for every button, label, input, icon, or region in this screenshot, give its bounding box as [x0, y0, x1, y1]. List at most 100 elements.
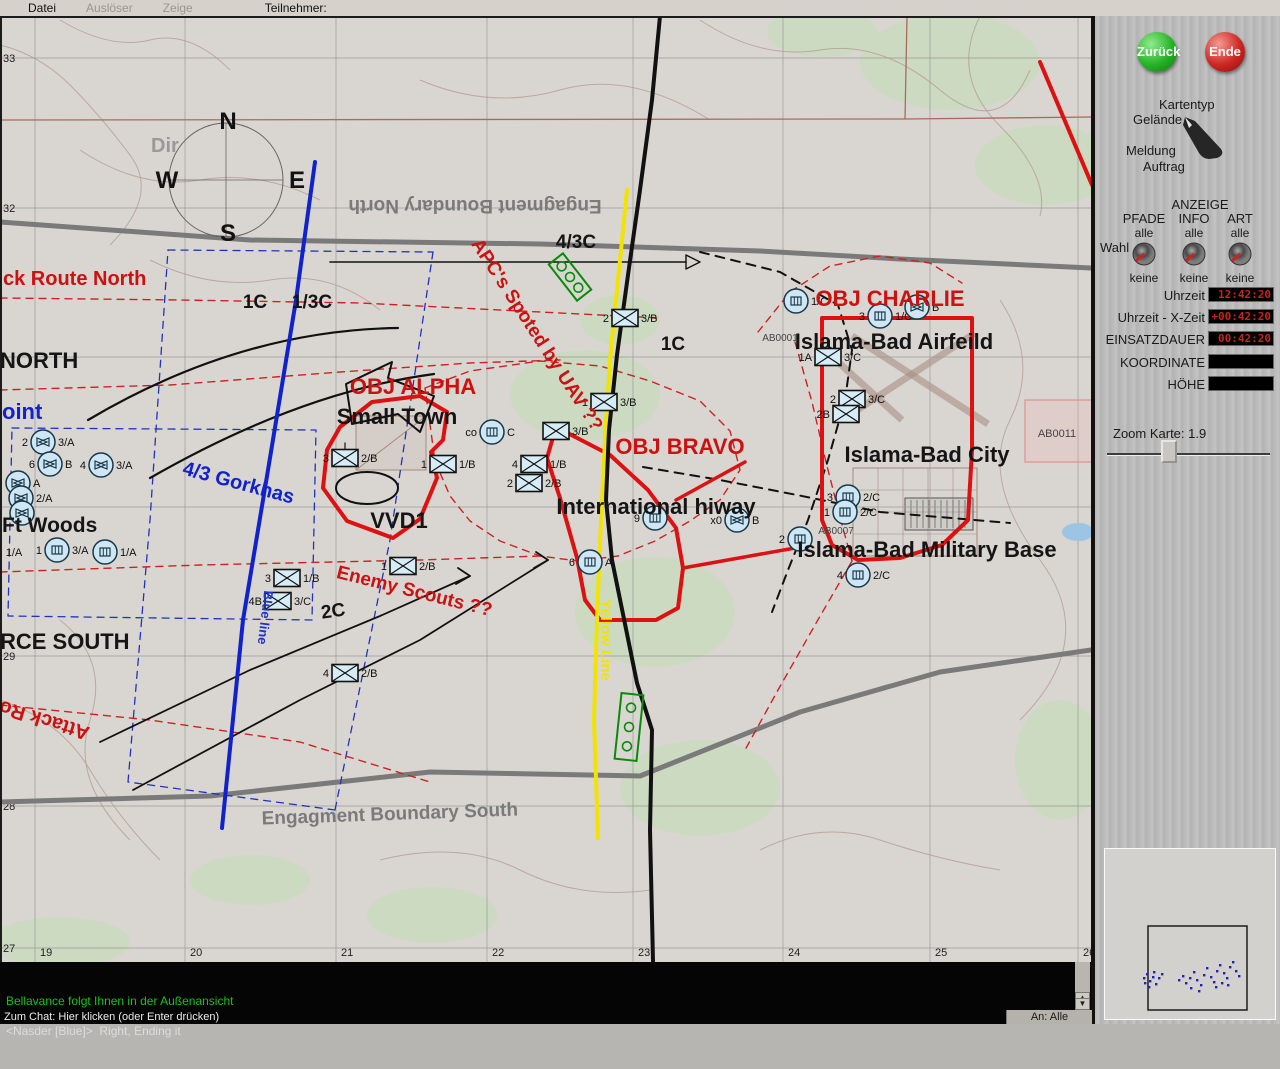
menu-item-zeige: Zeige: [163, 1, 193, 15]
art-knob-label: ART: [1217, 211, 1263, 226]
svg-text:4: 4: [323, 668, 329, 680]
svg-text:32: 32: [3, 203, 15, 215]
svg-text:1C: 1C: [243, 292, 268, 313]
svg-text:3/C: 3/C: [868, 394, 885, 406]
map-border-top: [0, 16, 1091, 18]
svg-text:co: co: [465, 427, 477, 439]
chat-target-select[interactable]: An: Alle: [1006, 1010, 1092, 1024]
svg-text:OBJ ALPHA: OBJ ALPHA: [350, 374, 476, 399]
svg-text:AB0011: AB0011: [1038, 428, 1076, 440]
svg-text:VVD1: VVD1: [370, 508, 427, 533]
svg-text:NORTH: NORTH: [0, 348, 78, 373]
svg-text:B: B: [65, 459, 72, 471]
map-type-label: Kartentyp: [1159, 97, 1215, 112]
svg-text:E: E: [289, 167, 305, 194]
svg-text:6: 6: [569, 557, 575, 569]
svg-text:OBJ BRAVO: OBJ BRAVO: [615, 434, 744, 459]
svg-text:2/B: 2/B: [419, 561, 436, 573]
unit-rect: 3/B: [543, 423, 589, 440]
art-knob-group: ART alle keine: [1217, 211, 1263, 285]
tactical-map-canvas[interactable]: 1920212223242526333229282723/B13/B3/B41/…: [0, 16, 1091, 962]
info-knob-none: keine: [1171, 271, 1217, 285]
svg-text:19: 19: [40, 947, 52, 959]
svg-text:3: 3: [323, 453, 329, 465]
svg-text:Islama-Bad Military Base: Islama-Bad Military Base: [797, 537, 1056, 562]
svg-text:2/C: 2/C: [860, 507, 877, 519]
svg-text:23: 23: [638, 947, 650, 959]
height-readout: [1208, 376, 1274, 391]
svg-text:2: 2: [779, 534, 785, 546]
svg-text:1/A: 1/A: [120, 547, 137, 559]
unit-rect: 4B3/C: [249, 593, 312, 610]
message-button[interactable]: Meldung: [1126, 143, 1176, 158]
menu-item-datei[interactable]: Datei: [28, 1, 56, 15]
participants-label: Teilnehmer:: [265, 1, 327, 15]
svg-text:N: N: [219, 108, 236, 135]
paths-knob[interactable]: [1130, 240, 1158, 268]
svg-text:RCE SOUTH: RCE SOUTH: [0, 629, 130, 654]
chat-scroll-down-icon[interactable]: ▼: [1075, 998, 1090, 1010]
svg-text:4: 4: [80, 460, 86, 472]
info-knob[interactable]: [1180, 240, 1208, 268]
svg-text:1: 1: [824, 507, 830, 519]
control-sidebar: Zurück Ende Kartentyp Gelände Meldung Au…: [1095, 16, 1280, 1024]
overview-minimap[interactable]: [1104, 848, 1276, 1020]
svg-text:3: 3: [827, 492, 833, 504]
svg-text:S: S: [220, 220, 236, 247]
svg-text:1C: 1C: [661, 334, 686, 355]
map-zoom-label: Zoom Karte: 1.9: [1113, 426, 1206, 441]
mission-button[interactable]: Auftrag: [1143, 159, 1185, 174]
svg-text:1/B: 1/B: [459, 459, 476, 471]
svg-text:1/A: 1/A: [6, 547, 23, 559]
chat-log: Bellavance folgt Ihnen in der Außenansic…: [0, 962, 1091, 1010]
svg-text:2/B: 2/B: [361, 668, 378, 680]
svg-text:3/A: 3/A: [58, 437, 75, 449]
coordinate-readout: [1208, 354, 1274, 369]
svg-text:ck Route North: ck Route North: [3, 268, 146, 290]
paths-knob-label: PFADE: [1121, 211, 1167, 226]
svg-text:20: 20: [190, 947, 202, 959]
back-button[interactable]: Zurück: [1137, 32, 1177, 72]
svg-text:Islama-Bad Airfeild: Islama-Bad Airfeild: [795, 329, 993, 354]
svg-text:3/B: 3/B: [641, 313, 658, 325]
map-zoom-slider-track[interactable]: [1107, 453, 1270, 456]
svg-text:4: 4: [837, 570, 843, 582]
tactical-map[interactable]: 1920212223242526333229282723/B13/B3/B41/…: [0, 16, 1091, 962]
svg-text:3: 3: [859, 311, 865, 323]
display-section-title: ANZEIGE: [1155, 197, 1245, 212]
chat-scrollbar[interactable]: ▲ ▼: [1075, 962, 1090, 1010]
svg-text:Islama-Bad City: Islama-Bad City: [844, 442, 1010, 467]
paths-knob-group: PFADE alle keine: [1121, 211, 1167, 285]
art-knob[interactable]: [1226, 240, 1254, 268]
coordinate-label: KOORDINATE: [1095, 355, 1205, 370]
svg-text:3/B: 3/B: [620, 397, 637, 409]
minimap-viewport[interactable]: [1148, 926, 1247, 1010]
svg-text:3: 3: [265, 573, 271, 585]
end-button[interactable]: Ende: [1205, 32, 1245, 72]
paths-knob-all: alle: [1121, 226, 1167, 240]
svg-text:2/A: 2/A: [36, 493, 53, 505]
svg-text:1: 1: [421, 459, 427, 471]
svg-text:3/C: 3/C: [294, 596, 311, 608]
svg-text:1: 1: [381, 561, 387, 573]
xtime-readout: +00:42:20: [1208, 309, 1274, 324]
clock-readout: 12:42:20: [1208, 287, 1274, 302]
svg-text:2/B: 2/B: [361, 453, 378, 465]
map-zoom-slider-thumb[interactable]: [1161, 440, 1177, 463]
svg-text:Dir: Dir: [151, 135, 179, 157]
map-type-value[interactable]: Gelände: [1133, 112, 1182, 127]
svg-text:Ft Woods: Ft Woods: [2, 514, 97, 537]
height-label: HÖHE: [1095, 377, 1205, 392]
svg-text:1/3C: 1/3C: [292, 292, 332, 313]
chat-prompt[interactable]: Zum Chat: Hier klicken (oder Enter drück…: [0, 1010, 1091, 1024]
menu-bar: Datei Auslöser Zeige Teilnehmer:: [0, 0, 1280, 16]
svg-text:W: W: [156, 167, 179, 194]
svg-text:2/C: 2/C: [863, 492, 880, 504]
svg-text:24: 24: [788, 947, 800, 959]
svg-text:International hiway: International hiway: [556, 494, 756, 519]
svg-text:2: 2: [507, 478, 513, 490]
svg-text:22: 22: [492, 947, 504, 959]
svg-text:2C: 2C: [320, 599, 347, 623]
info-knob-group: INFO alle keine: [1171, 211, 1217, 285]
svg-text:C: C: [507, 427, 515, 439]
